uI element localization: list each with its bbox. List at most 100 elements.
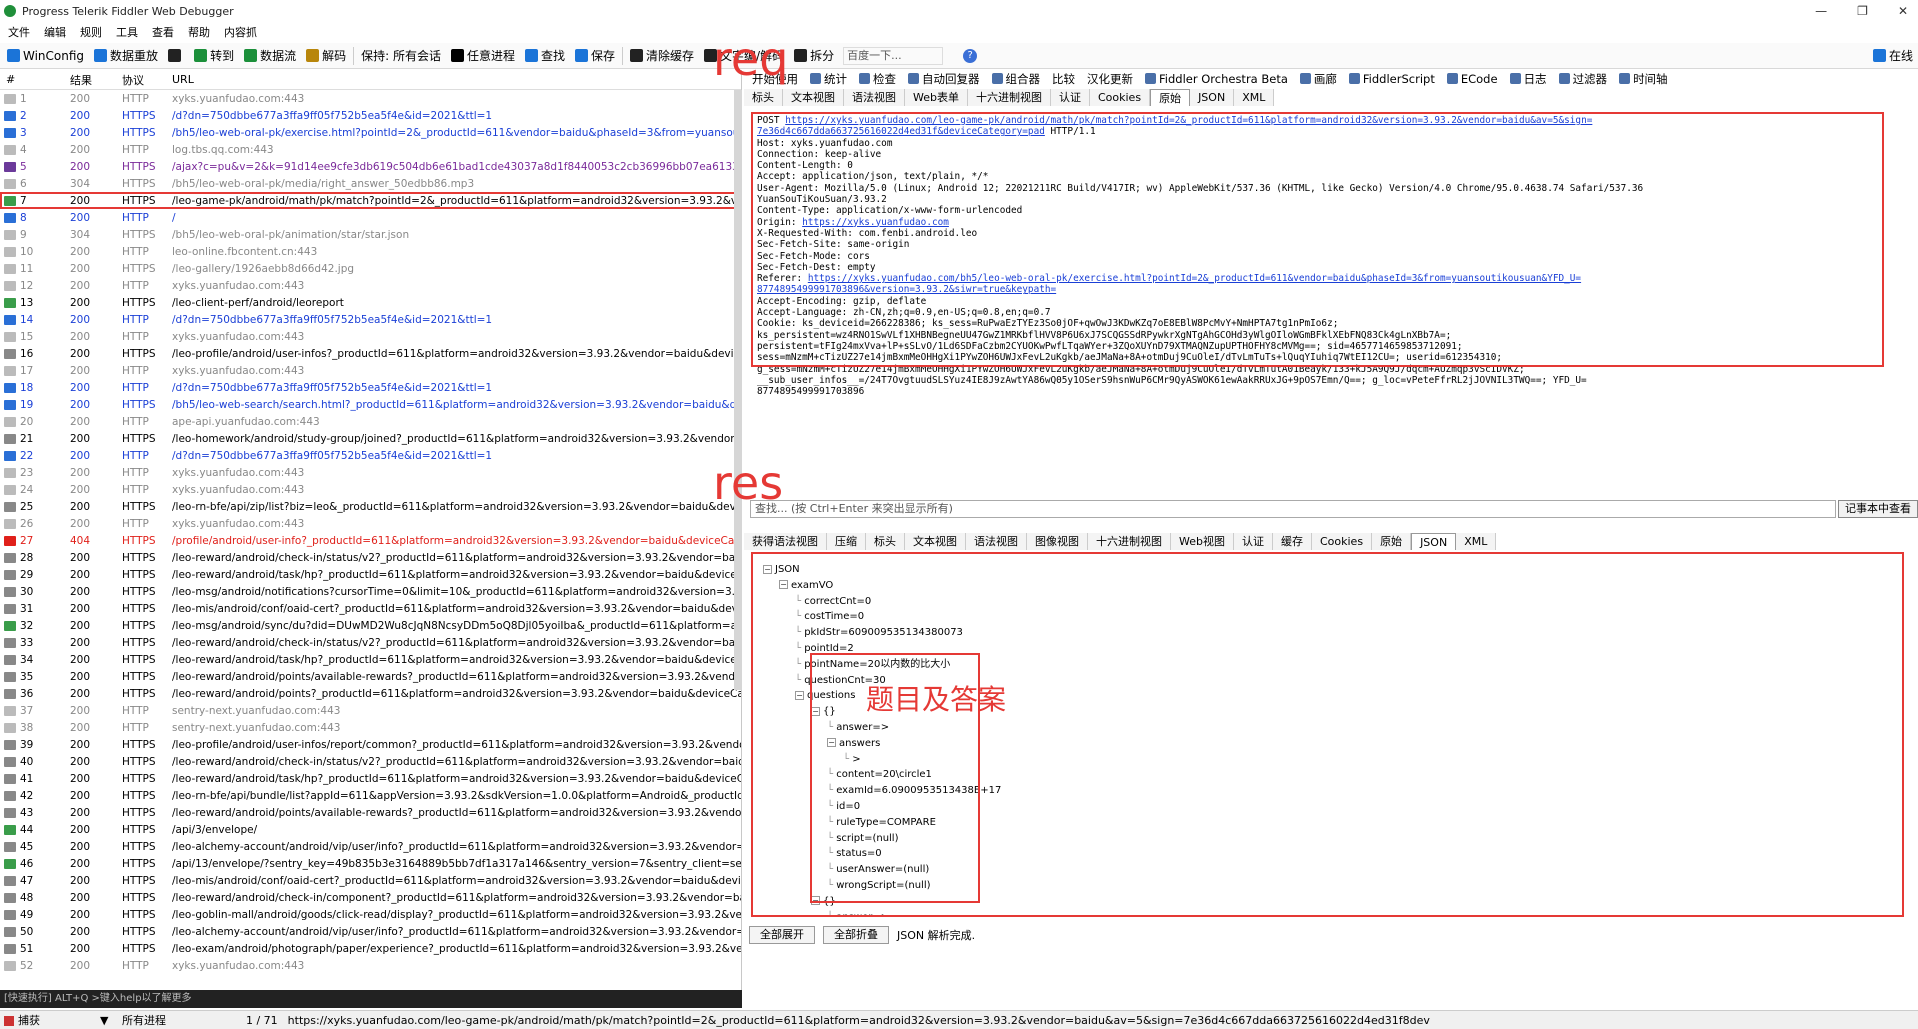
response-tab-2[interactable]: 标头 [866, 532, 905, 550]
json-tree-node[interactable]: └ status=0 [763, 846, 1001, 862]
session-row[interactable]: 11 200 HTTPS/leo-gallery/1926aebb8d66d42.j… [0, 260, 741, 277]
session-row[interactable]: 29 200 HTTPS/leo-reward/android/task/hp?_p… [0, 566, 741, 583]
response-tab-4[interactable]: 语法视图 [966, 532, 1027, 550]
json-tree-node[interactable]: └ script=(null) [763, 831, 1001, 847]
help-icon[interactable]: ? [963, 48, 978, 63]
session-row[interactable]: 38 200 HTTP sentry-next.yuanfudao.com:443 [0, 719, 741, 736]
json-tree-node[interactable]: └ examId=6.0900953513438E+17 [763, 783, 1001, 799]
json-tree-node[interactable]: └ id=0 [763, 799, 1001, 815]
tree-toggle-icon[interactable]: − [811, 706, 820, 716]
request-tab-8[interactable]: JSON [1190, 88, 1235, 106]
capture-status[interactable]: 捕获 [0, 1012, 50, 1028]
session-row[interactable]: 32 200 HTTPS/leo-msg/android/sync/du?did=D… [0, 617, 741, 634]
json-tree-node[interactable]: └ costTime=0 [763, 609, 1001, 625]
menu-item-2[interactable]: 规则 [80, 24, 102, 40]
session-row[interactable]: 25 200 HTTPS/leo-rn-bfe/api/zip/list?biz=l… [0, 498, 741, 515]
quickexec-input[interactable]: [快速执行] ALT+Q >键入help以了解更多 [0, 990, 742, 1008]
toolbar-save-button[interactable]: 保存 [570, 45, 620, 67]
session-row[interactable]: 33 200 HTTPS/leo-reward/android/check-in/s… [0, 634, 741, 651]
session-row[interactable]: 51 200 HTTPS/leo-exam/android/photograph/p… [0, 940, 741, 957]
inspector-tab-7[interactable]: 画廊 [1299, 71, 1337, 87]
response-tab-13[interactable]: XML [1456, 532, 1497, 550]
session-row[interactable]: 45 200 HTTPS/leo-alchemy-account/android/v… [0, 838, 741, 855]
request-referer-cont[interactable]: 8774895499991703896&version=3.93.2&siwr=… [757, 284, 1056, 295]
tree-toggle-icon[interactable]: − [795, 690, 804, 700]
session-row[interactable]: 28 200 HTTPS/leo-reward/android/check-in/s… [0, 549, 741, 566]
inspector-tab-2[interactable]: 检查 [859, 71, 896, 87]
session-scrollbar[interactable] [734, 90, 742, 690]
session-row[interactable]: 19 200 HTTPS/bh5/leo-web-search/search.htm… [0, 396, 741, 413]
request-referer-link[interactable]: https://xyks.yuanfudao.com/bh5/leo-web-o… [808, 273, 1581, 284]
json-tree-node[interactable]: └ correctCnt=0 [763, 594, 1001, 610]
menu-item-6[interactable]: 内容抓 [224, 24, 257, 40]
json-tree-node[interactable]: − answers [763, 736, 1001, 752]
toolbar-clear-cache-button[interactable]: 清除缓存 [625, 45, 699, 67]
session-row[interactable]: 8 200 HTTP / [0, 209, 741, 226]
response-tab-8[interactable]: 认证 [1233, 532, 1273, 550]
toolbar-stream-button[interactable]: 数据流 [239, 45, 301, 67]
response-tab-9[interactable]: 缓存 [1272, 532, 1312, 550]
session-row[interactable]: 48 200 HTTPS/leo-reward/android/check-in/c… [0, 889, 741, 906]
process-filter[interactable]: ▼ 所有进程 [100, 1012, 176, 1028]
session-row[interactable]: 21 200 HTTPS/leo-homework/android/study-gr… [0, 430, 741, 447]
session-row[interactable]: 20 200 HTTP ape-api.yuanfudao.com:443 [0, 413, 741, 430]
session-row[interactable]: 16 200 HTTPS/leo-profile/android/user-info… [0, 345, 741, 362]
session-row[interactable]: 3 200 HTTPS/bh5/leo-web-oral-pk/exercise.h… [0, 124, 741, 141]
request-url-cont[interactable]: 7e36d4c667dda663725616022d4ed31f&deviceC… [757, 126, 1045, 137]
session-row[interactable]: 13 200 HTTPS/leo-client-perf/android/leore… [0, 294, 741, 311]
request-origin-link[interactable]: https://xyks.yuanfudao.com [802, 217, 949, 228]
json-tree-node[interactable]: └ userAnswer=(null) [763, 862, 1001, 878]
json-tree-node[interactable]: └ pointId=2 [763, 641, 1001, 657]
response-tab-1[interactable]: 压缩 [827, 532, 866, 550]
session-row[interactable]: 22 200 HTTP/d?dn=750dbbe677a3ffa9ff05f752b… [0, 447, 741, 464]
response-tab-12[interactable]: JSON [1411, 532, 1457, 550]
view-in-notepad-button[interactable]: 记事本中查看 [1838, 500, 1918, 518]
session-row[interactable]: 23 200 HTTP xyks.yuanfudao.com:443 [0, 464, 741, 481]
session-row[interactable]: 10 200 HTTP leo-online.fbcontent.cn:443 [0, 243, 741, 260]
column-header-num[interactable]: # [0, 73, 58, 86]
inspector-tab-10[interactable]: 日志 [1509, 71, 1547, 87]
find-input[interactable]: 查找... (按 Ctrl+Enter 来突出显示所有) [750, 500, 1836, 518]
request-tab-6[interactable]: Cookies [1089, 88, 1151, 106]
session-row[interactable]: 41 200 HTTPS/leo-reward/android/task/hp?_p… [0, 770, 741, 787]
session-row[interactable]: 14 200 HTTP/d?dn=750dbbe677a3ffa9ff05f752b… [0, 311, 741, 328]
session-row[interactable]: 50 200 HTTPS/leo-alchemy-account/android/v… [0, 923, 741, 940]
session-row[interactable]: 31 200 HTTPS/leo-mis/android/conf/oaid-cer… [0, 600, 741, 617]
collapse-all-button[interactable]: 全部折叠 [823, 926, 889, 944]
tree-toggle-icon[interactable]: − [811, 896, 820, 906]
tab-hanhua-update[interactable]: 汉化更新 [1087, 71, 1133, 87]
json-tree-node[interactable]: └ > [763, 752, 1001, 768]
request-tab-9[interactable]: XML [1234, 88, 1275, 106]
response-tab-6[interactable]: 十六进制视图 [1088, 532, 1171, 550]
session-row[interactable]: 12 200 HTTP xyks.yuanfudao.com:443 [0, 277, 741, 294]
session-row[interactable]: 24 200 HTTP xyks.yuanfudao.com:443 [0, 481, 741, 498]
request-tab-1[interactable]: 文本视图 [783, 88, 844, 106]
inspector-tab-3[interactable]: 自动回复器 [908, 71, 980, 87]
inspector-tab-8[interactable]: FiddlerScript [1348, 72, 1435, 86]
session-row[interactable]: 36 200 HTTPS/leo-reward/android/points?_pr… [0, 685, 741, 702]
json-tree-node[interactable]: └ wrongScript=(null) [763, 878, 1001, 894]
inspector-tab-11[interactable]: 过滤器 [1558, 71, 1607, 87]
session-row[interactable]: 5 200 HTTPS/ajax?c=pu&v=2&k=91d14ee9cfe3db… [0, 158, 741, 175]
session-row[interactable]: 49 200 HTTPS/leo-goblin-mall/android/goods… [0, 906, 741, 923]
toolbar-decode-button[interactable]: 解码 [301, 45, 351, 67]
session-row[interactable]: 44 200 HTTPS/api/3/envelope/ [0, 821, 741, 838]
session-row[interactable]: 35 200 HTTPS/leo-reward/android/points/ava… [0, 668, 741, 685]
baidu-search-input[interactable]: 百度一下... [843, 46, 944, 65]
response-tab-0[interactable]: 获得语法视图 [744, 532, 827, 550]
response-tab-10[interactable]: Cookies [1311, 532, 1373, 550]
session-row[interactable]: 43 200 HTTPS/leo-reward/android/points/ava… [0, 804, 741, 821]
json-tree-node[interactable]: └ content=20\circle1 [763, 767, 1001, 783]
session-row[interactable]: 39 200 HTTPS/leo-profile/android/user-info… [0, 736, 741, 753]
column-header-result[interactable]: 结果 [58, 72, 110, 88]
request-tab-3[interactable]: Web表单 [905, 88, 968, 106]
inspector-tab-9[interactable]: ECode [1446, 72, 1498, 86]
session-row[interactable]: 46 200 HTTPS/api/13/envelope/?sentry_key=4… [0, 855, 741, 872]
inspector-tab-5[interactable]: 比较 [1052, 71, 1075, 87]
session-row[interactable]: 15 200 HTTP xyks.yuanfudao.com:443 [0, 328, 741, 345]
session-row[interactable]: 4 200 HTTP log.tbs.qq.com:443 [0, 141, 741, 158]
menu-item-4[interactable]: 查看 [152, 24, 174, 40]
session-row[interactable]: 34 200 HTTPS/leo-reward/android/task/hp?_p… [0, 651, 741, 668]
toolbar-find-button[interactable]: 查找 [520, 45, 570, 67]
json-tree-node[interactable]: − examVO [763, 578, 1001, 594]
